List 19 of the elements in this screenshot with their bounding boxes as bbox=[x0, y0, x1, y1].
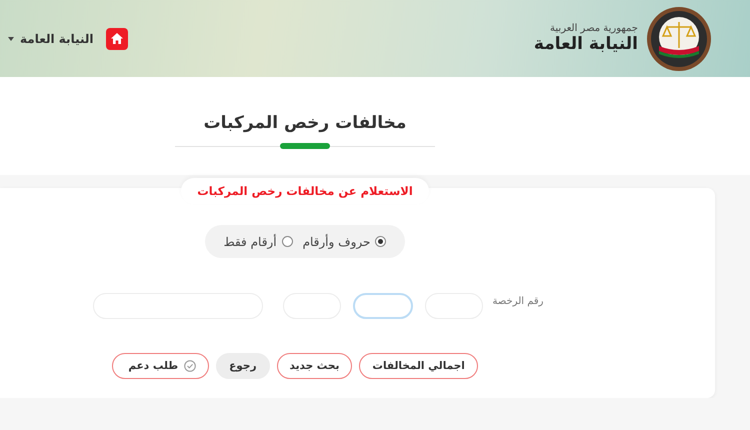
title-accent bbox=[280, 143, 330, 149]
page-title: مخالفات رخص المركبات bbox=[204, 113, 406, 133]
caret-icon bbox=[8, 36, 14, 40]
radio-option[interactable]: أرقام فقط bbox=[224, 234, 293, 248]
account-menu[interactable]: النيابة العامة bbox=[8, 32, 94, 46]
support-button[interactable]: طلب دعم bbox=[112, 353, 210, 379]
check-icon bbox=[184, 360, 196, 372]
action-button[interactable]: اجمالي المخالفات bbox=[359, 353, 478, 379]
home-icon bbox=[110, 33, 122, 44]
form-tab[interactable]: الاستعلام عن مخالفات رخص المركبات bbox=[181, 178, 429, 204]
plate-input-field[interactable] bbox=[352, 293, 412, 319]
action-button[interactable]: بحث جديد bbox=[276, 353, 352, 379]
action-button[interactable]: رجوع bbox=[216, 353, 270, 379]
agency-name: النيابة العامة bbox=[534, 34, 638, 54]
radio-option[interactable]: حروف وأرقام bbox=[302, 234, 386, 248]
home-button[interactable] bbox=[106, 28, 128, 50]
license-number-label: رقم الرخصة bbox=[492, 296, 544, 307]
emblem-logo bbox=[646, 6, 712, 72]
country-name: جمهورية مصر العربية bbox=[550, 23, 638, 34]
